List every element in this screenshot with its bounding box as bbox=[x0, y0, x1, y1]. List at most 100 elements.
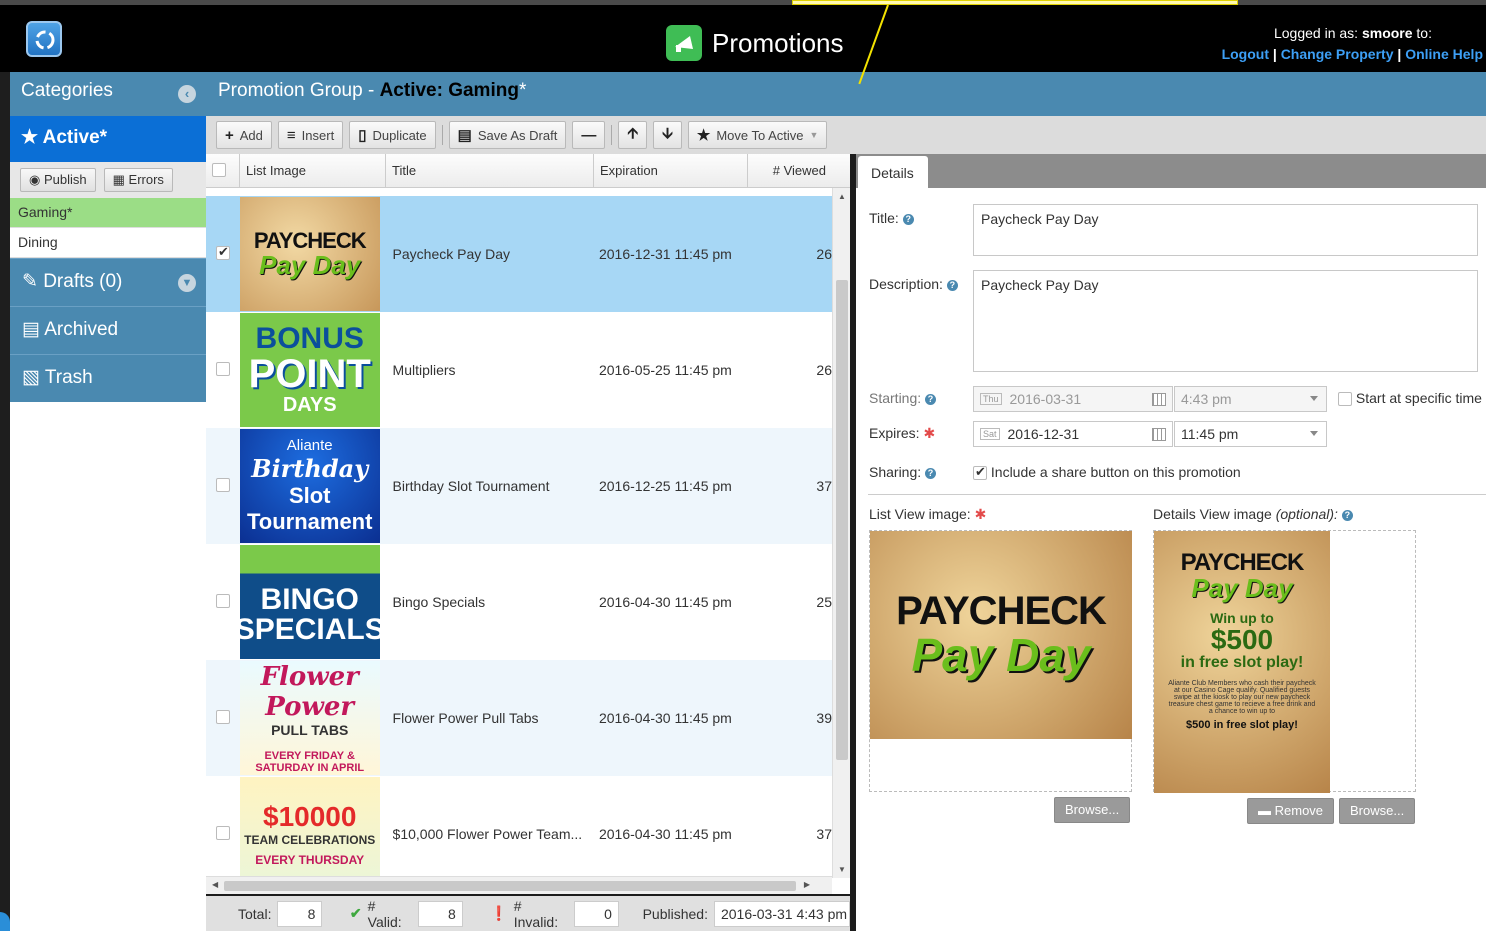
list-view-image: PAYCHECK Pay Day bbox=[870, 531, 1132, 739]
horizontal-scrollbar[interactable]: ◀ ▶ bbox=[206, 876, 832, 894]
remove-item-button[interactable]: — bbox=[572, 121, 606, 149]
sidebar-item-trash[interactable]: ▧ Trash bbox=[10, 354, 206, 402]
scrollbar-thumb[interactable] bbox=[836, 280, 848, 760]
row-checkbox[interactable] bbox=[215, 244, 230, 260]
row-checkbox[interactable] bbox=[215, 361, 230, 376]
details-view-image-box[interactable]: PAYCHECK Pay Day Win up to $500 in free … bbox=[1153, 530, 1416, 793]
logout-link[interactable]: Logout bbox=[1222, 46, 1269, 62]
publish-button[interactable]: ◉ Publish bbox=[20, 168, 96, 192]
starting-label: Starting: ? bbox=[869, 390, 937, 406]
app-logo-icon[interactable] bbox=[26, 21, 62, 57]
vertical-scrollbar[interactable]: ▲ ▼ bbox=[832, 188, 850, 878]
row-expiration: 2016-05-25 11:45 pm bbox=[598, 362, 732, 378]
scrollbar-thumb[interactable] bbox=[224, 881, 796, 891]
chevron-down-icon bbox=[1310, 431, 1318, 436]
row-title: Multipliers bbox=[392, 362, 456, 378]
insert-button[interactable]: ≡ Insert bbox=[277, 121, 344, 149]
sidebar-item-active[interactable]: ★ Active* bbox=[10, 116, 206, 162]
move-down-button[interactable]: 🡫 bbox=[653, 121, 682, 149]
chevron-down-icon[interactable]: ▼ bbox=[178, 274, 196, 292]
category-item-dining[interactable]: Dining bbox=[10, 228, 206, 258]
row-viewed: 39 bbox=[816, 710, 832, 726]
share-option[interactable]: Include a share button on this promotion bbox=[973, 464, 1241, 481]
chevron-down-icon: ▼ bbox=[809, 130, 819, 140]
title-input[interactable]: Paycheck Pay Day bbox=[973, 204, 1478, 256]
description-label: Description: ? bbox=[869, 276, 958, 292]
errors-button[interactable]: ▦ Errors bbox=[103, 168, 173, 192]
table-row[interactable]: BINGO SPECIALS Bingo Specials 2016-04-30… bbox=[206, 544, 832, 660]
chevron-down-icon bbox=[1310, 396, 1318, 401]
add-button[interactable]: + Add bbox=[216, 121, 272, 149]
list-image-thumbnail: BONUS POINT DAYS bbox=[239, 313, 380, 427]
scroll-up-icon[interactable]: ▲ bbox=[838, 192, 846, 201]
details-view-image: PAYCHECK Pay Day Win up to $500 in free … bbox=[1154, 531, 1330, 793]
help-icon[interactable]: ? bbox=[1341, 509, 1353, 521]
table-row[interactable]: Flower Power PULL TABS EVERY FRIDAY & SA… bbox=[206, 660, 832, 776]
sidebar-item-drafts[interactable]: ✎ Drafts (0) ▼ bbox=[10, 258, 206, 306]
row-checkbox[interactable] bbox=[215, 709, 230, 724]
browse-details-image-button[interactable]: Browse... bbox=[1339, 798, 1416, 824]
list-header: List Image Title Expiration # Viewed bbox=[206, 154, 850, 188]
app-title-text: Promotions bbox=[712, 27, 844, 58]
scroll-down-icon[interactable]: ▼ bbox=[838, 865, 846, 874]
list-image-thumbnail: BINGO SPECIALS bbox=[239, 545, 380, 659]
window-edge bbox=[0, 72, 10, 931]
browse-list-image-button[interactable]: Browse... bbox=[1054, 797, 1131, 823]
list-image-thumbnail: Aliante Birthday Slot Tournament bbox=[239, 429, 380, 543]
sidebar-item-archived[interactable]: ▤ Archived bbox=[10, 306, 206, 354]
total-count: 8 bbox=[277, 900, 323, 927]
collapse-icon[interactable]: ‹ bbox=[178, 85, 196, 103]
online-help-link[interactable]: Online Help bbox=[1405, 46, 1483, 62]
select-all-checkbox[interactable] bbox=[212, 163, 226, 177]
column-list-image[interactable]: List Image bbox=[240, 154, 386, 187]
group-name: Active: Gaming bbox=[379, 80, 519, 101]
help-icon[interactable]: ? bbox=[925, 393, 937, 405]
row-checkbox[interactable] bbox=[215, 593, 230, 608]
table-row[interactable]: $10000 TEAM CELEBRATIONS EVERY THURSDAY … bbox=[206, 776, 832, 892]
move-to-active-button[interactable]: ★ Move To Active ▼ bbox=[687, 121, 828, 149]
start-specific-time-checkbox[interactable] bbox=[1338, 392, 1352, 407]
starting-date-input[interactable]: Thu 2016-03-31 bbox=[973, 386, 1173, 412]
help-icon[interactable]: ? bbox=[946, 279, 958, 291]
top-bar: Promotions Logged in as: smoore to: Logo… bbox=[0, 0, 1486, 72]
arrow-down-icon: 🡫 bbox=[662, 124, 673, 142]
move-up-button[interactable]: 🡩 bbox=[618, 121, 648, 149]
description-textarea[interactable]: Paycheck Pay Day bbox=[973, 270, 1478, 372]
table-row[interactable]: Aliante Birthday Slot Tournament Birthda… bbox=[206, 428, 832, 544]
scroll-right-icon[interactable]: ▶ bbox=[804, 880, 810, 889]
calendar-icon[interactable] bbox=[1152, 428, 1166, 441]
toolbar-separator bbox=[611, 125, 613, 145]
starting-time-select[interactable]: 4:43 pm bbox=[1174, 386, 1327, 412]
minus-icon: — bbox=[581, 126, 597, 144]
archive-icon: ▤ bbox=[22, 319, 40, 340]
required-icon: ✱ bbox=[923, 425, 936, 441]
required-icon: ✱ bbox=[974, 506, 987, 522]
scroll-left-icon[interactable]: ◀ bbox=[212, 880, 218, 889]
expires-date-input[interactable]: Sat 2016-12-31 bbox=[973, 421, 1173, 447]
row-title: Birthday Slot Tournament bbox=[392, 478, 550, 494]
table-row[interactable]: BONUS POINT DAYS Multipliers 2016-05-25 … bbox=[206, 312, 832, 428]
change-property-link[interactable]: Change Property bbox=[1281, 46, 1394, 62]
trash-icon: ▧ bbox=[22, 367, 40, 388]
share-checkbox[interactable] bbox=[973, 464, 987, 481]
row-expiration: 2016-04-30 11:45 pm bbox=[598, 826, 732, 842]
calendar-icon[interactable] bbox=[1152, 393, 1166, 406]
save-as-draft-button[interactable]: ▤ Save As Draft bbox=[448, 121, 567, 149]
row-checkbox[interactable] bbox=[215, 825, 230, 840]
column-expiration[interactable]: Expiration bbox=[594, 154, 748, 187]
remove-details-image-button[interactable]: ▬ Remove bbox=[1247, 798, 1335, 824]
start-specific-time-option[interactable]: Start at specific time bbox=[1338, 390, 1482, 407]
expires-time-select[interactable]: 11:45 pm bbox=[1174, 421, 1327, 447]
row-expiration: 2016-04-30 11:45 pm bbox=[598, 710, 732, 726]
help-icon[interactable]: ? bbox=[902, 213, 914, 225]
column-viewed[interactable]: # Viewed bbox=[748, 154, 832, 187]
category-item-gaming[interactable]: Gaming* bbox=[10, 198, 206, 228]
list-view-image-box[interactable]: PAYCHECK Pay Day bbox=[869, 530, 1132, 792]
table-row[interactable]: PAYCHECK Pay Day Paycheck Pay Day 2016-1… bbox=[206, 196, 832, 312]
tab-details[interactable]: Details bbox=[858, 156, 928, 188]
help-icon[interactable]: ? bbox=[925, 467, 937, 479]
column-title[interactable]: Title bbox=[386, 154, 594, 187]
duplicate-button[interactable]: ▯ Duplicate bbox=[349, 121, 436, 149]
list-rows: PAYCHECK Pay Day Paycheck Pay Day 2016-1… bbox=[206, 196, 832, 892]
row-checkbox[interactable] bbox=[215, 477, 230, 492]
